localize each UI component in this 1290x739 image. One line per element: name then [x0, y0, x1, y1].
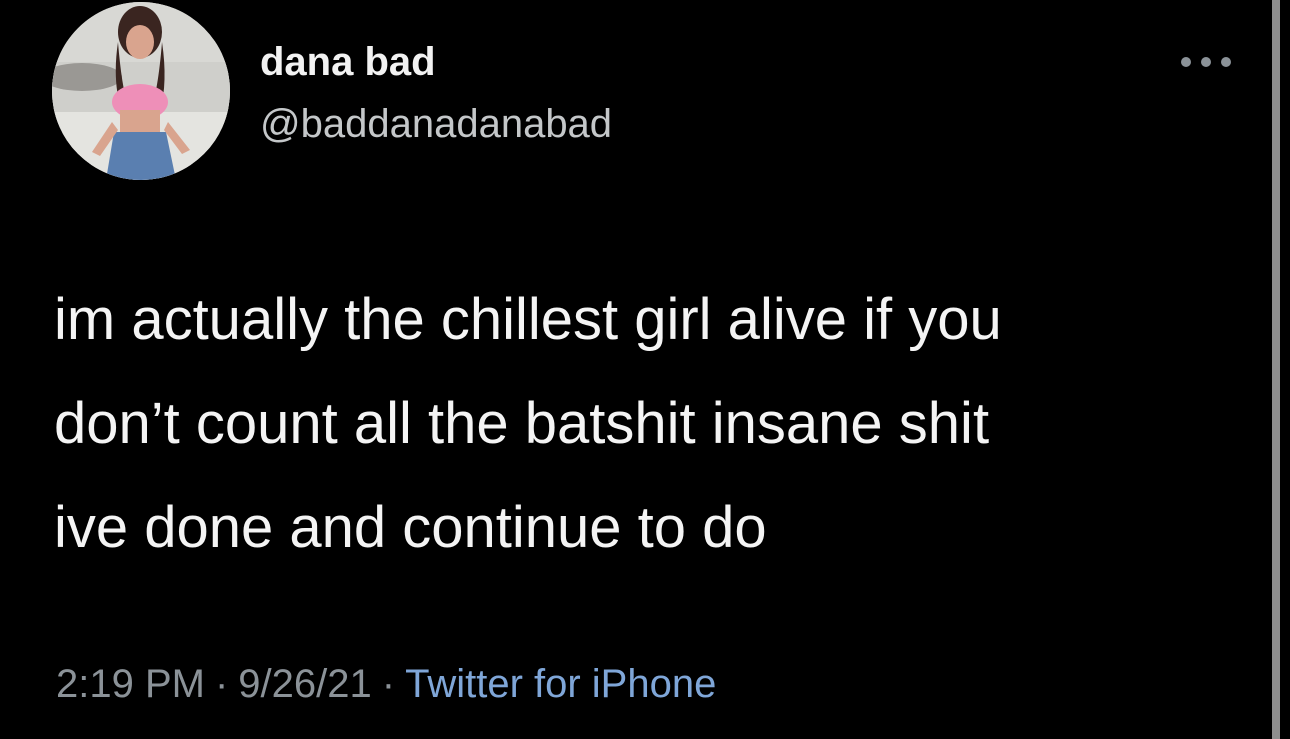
tweet-metadata: 2:19 PM · 9/26/21 · Twitter for iPhone: [56, 662, 716, 707]
display-name[interactable]: dana bad: [260, 40, 436, 85]
more-horizontal-icon: [1181, 57, 1231, 67]
tweet-time[interactable]: 2:19 PM: [56, 662, 205, 706]
window-edge: [1272, 0, 1280, 739]
tweet-text-line: don’t count all the batshit insane shit: [54, 391, 990, 456]
tweet-date[interactable]: 9/26/21: [238, 662, 371, 706]
tweet-text-line: ive done and continue to do: [54, 495, 767, 560]
tweet-source-link[interactable]: Twitter for iPhone: [405, 662, 716, 706]
tweet-card: dana bad @baddanadanabad im actually the…: [0, 0, 1270, 739]
user-handle[interactable]: @baddanadanabad: [260, 102, 612, 147]
more-options-button[interactable]: [1176, 44, 1236, 80]
meta-separator: ·: [381, 662, 396, 706]
tweet-text: im actually the chillest girl alive if y…: [54, 268, 1244, 580]
avatar[interactable]: [52, 2, 230, 180]
meta-separator: ·: [214, 662, 229, 706]
avatar-photo: [52, 2, 230, 180]
tweet-text-line: im actually the chillest girl alive if y…: [54, 287, 1002, 352]
